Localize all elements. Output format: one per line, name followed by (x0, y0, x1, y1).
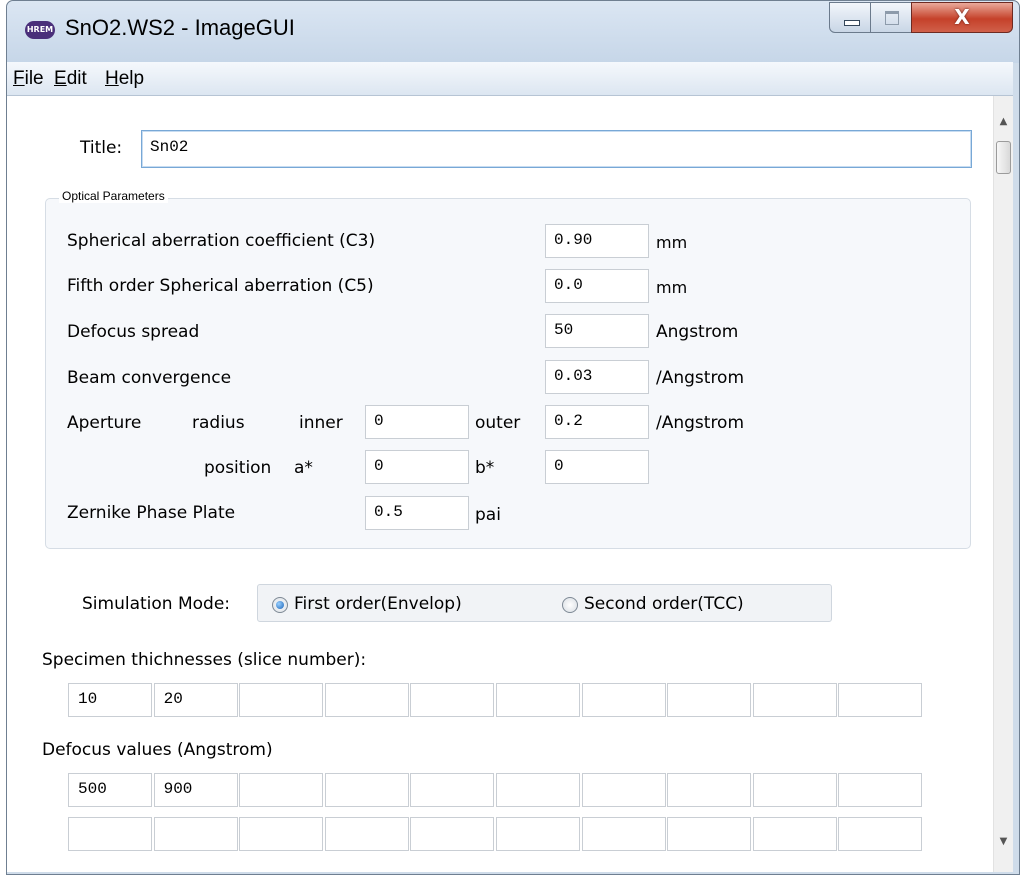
thickness-label: Specimen thichnesses (slice number): (42, 650, 367, 670)
app-icon: HREM (25, 21, 55, 39)
zernike-input[interactable]: 0.5 (365, 496, 469, 530)
thickness-cell[interactable] (496, 683, 580, 717)
defocus-spread-input[interactable]: 50 (545, 314, 649, 348)
vertical-scrollbar[interactable]: ▲ ▼ (993, 96, 1013, 872)
c5-label: Fifth order Spherical aberration (C5) (67, 276, 374, 296)
menu-edit-mnemonic: E (54, 68, 67, 89)
zernike-label: Zernike Phase Plate (67, 503, 236, 523)
thickness-cell[interactable] (581, 683, 666, 717)
defocus-cell[interactable] (752, 817, 837, 851)
aperture-inner-input[interactable]: 0 (365, 405, 469, 439)
defocus-spread-unit: Angstrom (656, 322, 739, 342)
beam-convergence-input[interactable]: 0.03 (545, 360, 649, 394)
menu-edit-label: dit (66, 68, 87, 89)
defocus-cell[interactable] (581, 817, 666, 851)
c3-label: Spherical aberration coefficient (C3) (67, 231, 376, 251)
c5-unit: mm (656, 278, 688, 297)
close-icon: X (954, 5, 970, 29)
defocus-cell[interactable] (153, 817, 238, 851)
thickness-cell[interactable] (410, 683, 495, 717)
aperture-label: Aperture (67, 413, 142, 433)
defocus-spread-label: Defocus spread (67, 322, 200, 342)
title-input[interactable]: Sn02 (141, 130, 972, 168)
defocus-cell[interactable] (752, 773, 837, 807)
menu-file-label: ile (24, 68, 44, 89)
c3-unit: mm (656, 233, 688, 252)
menu-help-mnemonic: H (105, 68, 119, 89)
menu-bar: File Edit Help (7, 62, 1013, 96)
thickness-cell[interactable] (667, 683, 752, 717)
menu-file-mnemonic: F (13, 68, 25, 89)
simulation-mode-radio-2[interactable] (562, 597, 578, 613)
title-label: Title: (80, 138, 123, 158)
defocus-cell[interactable] (838, 817, 923, 851)
aperture-outer-input[interactable]: 0.2 (545, 405, 649, 439)
menu-help[interactable]: Help (105, 68, 144, 90)
defocus-cell[interactable] (239, 773, 324, 807)
defocus-cell[interactable] (496, 773, 580, 807)
thickness-cell[interactable] (324, 683, 409, 717)
scroll-thumb[interactable] (996, 141, 1011, 174)
scroll-down-arrow-icon[interactable]: ▼ (994, 832, 1013, 872)
thickness-cell[interactable]: 10 (68, 683, 152, 717)
aperture-a-input[interactable]: 0 (365, 450, 469, 484)
zernike-unit: pai (475, 505, 501, 525)
simulation-mode-radio-1[interactable] (272, 597, 288, 613)
beam-convergence-unit: /Angstrom (656, 368, 745, 388)
thickness-cell[interactable]: 20 (153, 683, 238, 717)
c5-input[interactable]: 0.0 (545, 269, 649, 303)
aperture-b-label: b* (475, 458, 495, 478)
beam-convergence-label: Beam convergence (67, 368, 232, 388)
defocus-cell[interactable]: 500 (68, 773, 152, 807)
defocus-values-label: Defocus values (Angstrom) (42, 740, 273, 760)
defocus-cell[interactable] (667, 817, 752, 851)
simulation-mode-label: Simulation Mode: (82, 594, 231, 614)
defocus-cell[interactable] (496, 817, 580, 851)
aperture-outer-label: outer (475, 413, 521, 433)
aperture-unit: /Angstrom (656, 413, 745, 433)
defocus-cell[interactable] (68, 817, 152, 851)
thickness-cell[interactable] (838, 683, 923, 717)
scroll-up-arrow-icon[interactable]: ▲ (994, 96, 1013, 136)
aperture-position-label: position (204, 458, 272, 478)
aperture-b-input[interactable]: 0 (545, 450, 649, 484)
menu-edit[interactable]: Edit (54, 68, 87, 90)
defocus-cell[interactable] (239, 817, 324, 851)
aperture-radius-label: radius (192, 413, 245, 433)
maximize-icon (885, 11, 899, 25)
defocus-cell[interactable] (667, 773, 752, 807)
c3-input[interactable]: 0.90 (545, 224, 649, 258)
defocus-cell[interactable] (324, 817, 409, 851)
thickness-cell[interactable] (752, 683, 837, 717)
aperture-a-label: a* (294, 458, 313, 478)
menu-help-label: elp (118, 68, 145, 89)
defocus-cell[interactable] (581, 773, 666, 807)
window-title: SnO2.WS2 - ImageGUI (65, 15, 295, 40)
maximize-button[interactable] (870, 2, 912, 33)
minimize-button[interactable] (829, 2, 871, 33)
defocus-cell[interactable] (410, 817, 495, 851)
defocus-cell[interactable] (410, 773, 495, 807)
defocus-cell[interactable] (324, 773, 409, 807)
aperture-inner-label: inner (299, 413, 343, 433)
menu-file[interactable]: File (13, 68, 44, 90)
defocus-cell[interactable] (838, 773, 923, 807)
simulation-mode-option-label[interactable]: First order(Envelop) (294, 594, 462, 614)
title-bar[interactable]: HREM SnO2.WS2 - ImageGUI X (7, 1, 1019, 63)
simulation-mode-option-label[interactable]: Second order(TCC) (584, 594, 744, 614)
close-button[interactable]: X (911, 2, 1013, 33)
optical-parameters-legend: Optical Parameters (59, 189, 168, 203)
defocus-cell[interactable]: 900 (153, 773, 238, 807)
minimize-icon (844, 20, 860, 26)
thickness-cell[interactable] (239, 683, 324, 717)
